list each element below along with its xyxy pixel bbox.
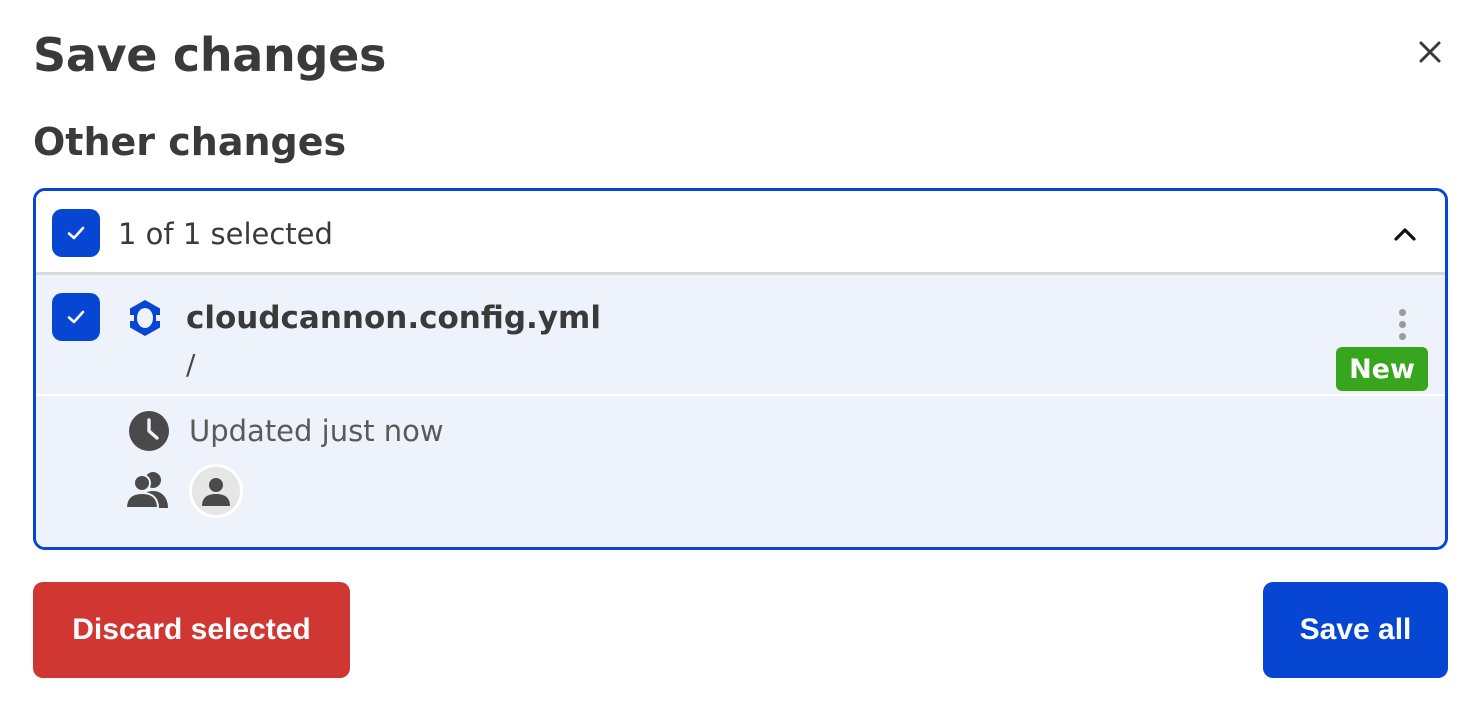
collapse-button[interactable] xyxy=(1386,215,1424,253)
selection-summary: 1 of 1 selected xyxy=(118,217,333,251)
user-avatar[interactable] xyxy=(189,464,243,518)
kebab-dot xyxy=(1398,320,1406,328)
clock-icon xyxy=(129,411,169,451)
kebab-dot xyxy=(1398,332,1406,340)
status-badge: New xyxy=(1336,347,1428,391)
check-icon xyxy=(67,310,85,324)
section-title: Other changes xyxy=(33,120,347,164)
file-path: / xyxy=(186,348,196,381)
changes-panel: 1 of 1 selected cloudcannon.config.yml /… xyxy=(33,188,1448,550)
close-icon xyxy=(1419,41,1441,63)
selection-header[interactable]: 1 of 1 selected xyxy=(36,191,1445,275)
file-name: cloudcannon.config.yml xyxy=(186,300,601,336)
user-avatar-icon xyxy=(202,478,230,506)
item-divider xyxy=(36,394,1445,396)
save-all-button[interactable]: Save all xyxy=(1263,582,1448,678)
dialog-title: Save changes xyxy=(33,28,387,82)
close-button[interactable] xyxy=(1412,34,1448,70)
file-checkbox[interactable] xyxy=(52,293,100,341)
item-menu-button[interactable] xyxy=(1374,298,1430,350)
users-icon xyxy=(124,472,168,509)
discard-selected-button[interactable]: Discard selected xyxy=(33,582,350,678)
select-all-checkbox[interactable] xyxy=(52,209,100,257)
save-changes-dialog: Save changes Other changes 1 of 1 select… xyxy=(0,0,1480,708)
cloudcannon-logo-icon xyxy=(126,300,164,336)
updated-timestamp: Updated just now xyxy=(189,414,444,448)
file-change-item[interactable]: cloudcannon.config.yml / New Updated jus… xyxy=(36,278,1445,547)
check-icon xyxy=(67,226,85,240)
chevron-up-icon xyxy=(1394,228,1416,241)
kebab-menu-icon xyxy=(1398,308,1406,316)
